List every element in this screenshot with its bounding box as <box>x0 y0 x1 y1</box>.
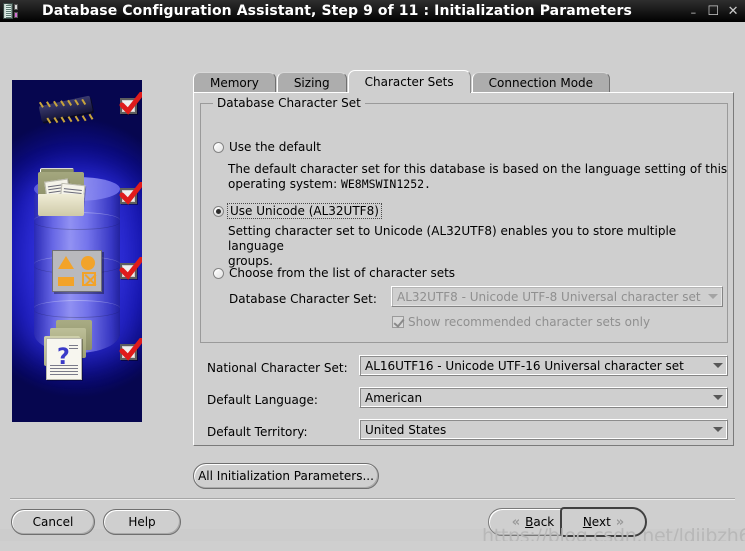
tab-sizing[interactable]: Sizing <box>276 72 347 93</box>
step-check-3 <box>119 257 142 281</box>
radio-use-default-label: Use the default <box>229 140 321 154</box>
step-check-4 <box>119 338 142 362</box>
chevron-down-icon[interactable] <box>709 420 727 439</box>
radio-use-unicode-label: Use Unicode (AL32UTF8) <box>227 203 382 219</box>
close-icon[interactable]: ✕ <box>725 2 741 20</box>
chevron-down-icon[interactable] <box>709 388 727 407</box>
cancel-button[interactable]: Cancel <box>11 509 95 535</box>
database-character-set-group: Database Character Set Use the default T… <box>200 96 728 343</box>
radio-choose-from-list[interactable]: Choose from the list of character sets <box>213 266 455 280</box>
folders-question-icon: ? <box>42 320 96 380</box>
default-language-combobox[interactable]: American <box>359 387 728 408</box>
national-character-set-combobox[interactable]: AL16UTF16 - Unicode UTF-16 Universal cha… <box>359 355 728 376</box>
default-language-value: American <box>365 390 423 405</box>
radio-choose-from-list-label: Choose from the list of character sets <box>229 266 456 280</box>
window-title: Database Configuration Assistant, Step 9… <box>42 3 632 19</box>
radio-choose-from-list-indicator[interactable] <box>213 267 224 279</box>
wizard-illustration: ? <box>12 80 142 422</box>
use-default-description: The default character set for this datab… <box>228 162 728 192</box>
step-check-1 <box>119 92 142 116</box>
step-check-2 <box>119 182 142 206</box>
show-recommended-checkbox[interactable] <box>392 316 404 328</box>
database-character-set-value: AL32UTF8 - Unicode UTF-8 Universal chara… <box>397 289 701 304</box>
shapes-schema-icon <box>52 250 102 292</box>
window-bottom-edge <box>0 541 745 551</box>
footer-divider-highlight <box>10 499 735 500</box>
application-window: Database Configuration Assistant, Step 9… <box>0 0 745 551</box>
tab-character-sets[interactable]: Character Sets <box>347 70 471 93</box>
radio-use-default-indicator[interactable] <box>213 141 224 153</box>
chevron-down-icon[interactable] <box>704 287 722 306</box>
folder-documents-icon <box>38 168 90 216</box>
radio-use-unicode[interactable]: Use Unicode (AL32UTF8) <box>213 203 382 219</box>
maximize-icon[interactable]: ☐ <box>705 2 721 20</box>
show-recommended-label: Show recommended character sets only <box>408 315 651 329</box>
minimize-icon[interactable]: – <box>686 0 702 22</box>
national-character-set-label: National Character Set: <box>207 361 348 375</box>
help-button[interactable]: Help <box>103 509 181 535</box>
default-territory-combobox[interactable]: United States <box>359 419 728 440</box>
tab-panel-character-sets: Database Character Set Use the default T… <box>193 92 734 446</box>
title-bar: Database Configuration Assistant, Step 9… <box>0 0 745 22</box>
tab-connection-mode[interactable]: Connection Mode <box>471 72 611 93</box>
default-territory-value: United States <box>365 422 447 437</box>
use-unicode-desc-line1: Setting character set to Unicode (AL32UT… <box>228 224 677 253</box>
tab-memory[interactable]: Memory <box>193 72 276 93</box>
use-default-desc-line1: The default character set for this datab… <box>228 162 728 176</box>
all-initialization-parameters-button[interactable]: All Initialization Parameters... <box>193 463 379 489</box>
default-language-label: Default Language: <box>207 393 318 407</box>
database-character-set-combobox[interactable]: AL32UTF8 - Unicode UTF-8 Universal chara… <box>391 286 723 307</box>
memory-chip-icon <box>32 90 98 130</box>
use-unicode-description: Setting character set to Unicode (AL32UT… <box>228 224 728 269</box>
show-recommended-checkbox-row[interactable]: Show recommended character sets only <box>392 315 650 329</box>
default-charset-value: WE8MSWIN1252. <box>340 177 431 191</box>
default-territory-label: Default Territory: <box>207 425 308 439</box>
window-body: ? Memory Sizing Character Sets Connectio… <box>0 22 745 551</box>
tab-bar: Memory Sizing Character Sets Connection … <box>193 70 611 93</box>
database-server-icon <box>3 3 18 19</box>
radio-use-unicode-indicator[interactable] <box>213 205 224 217</box>
group-legend: Database Character Set <box>213 96 365 110</box>
radio-use-default[interactable]: Use the default <box>213 140 321 154</box>
chevron-down-icon[interactable] <box>709 356 727 375</box>
national-character-set-value: AL16UTF16 - Unicode UTF-16 Universal cha… <box>365 358 684 373</box>
use-default-desc-line2-prefix: operating system: <box>228 177 341 191</box>
database-character-set-label: Database Character Set: <box>229 292 377 306</box>
